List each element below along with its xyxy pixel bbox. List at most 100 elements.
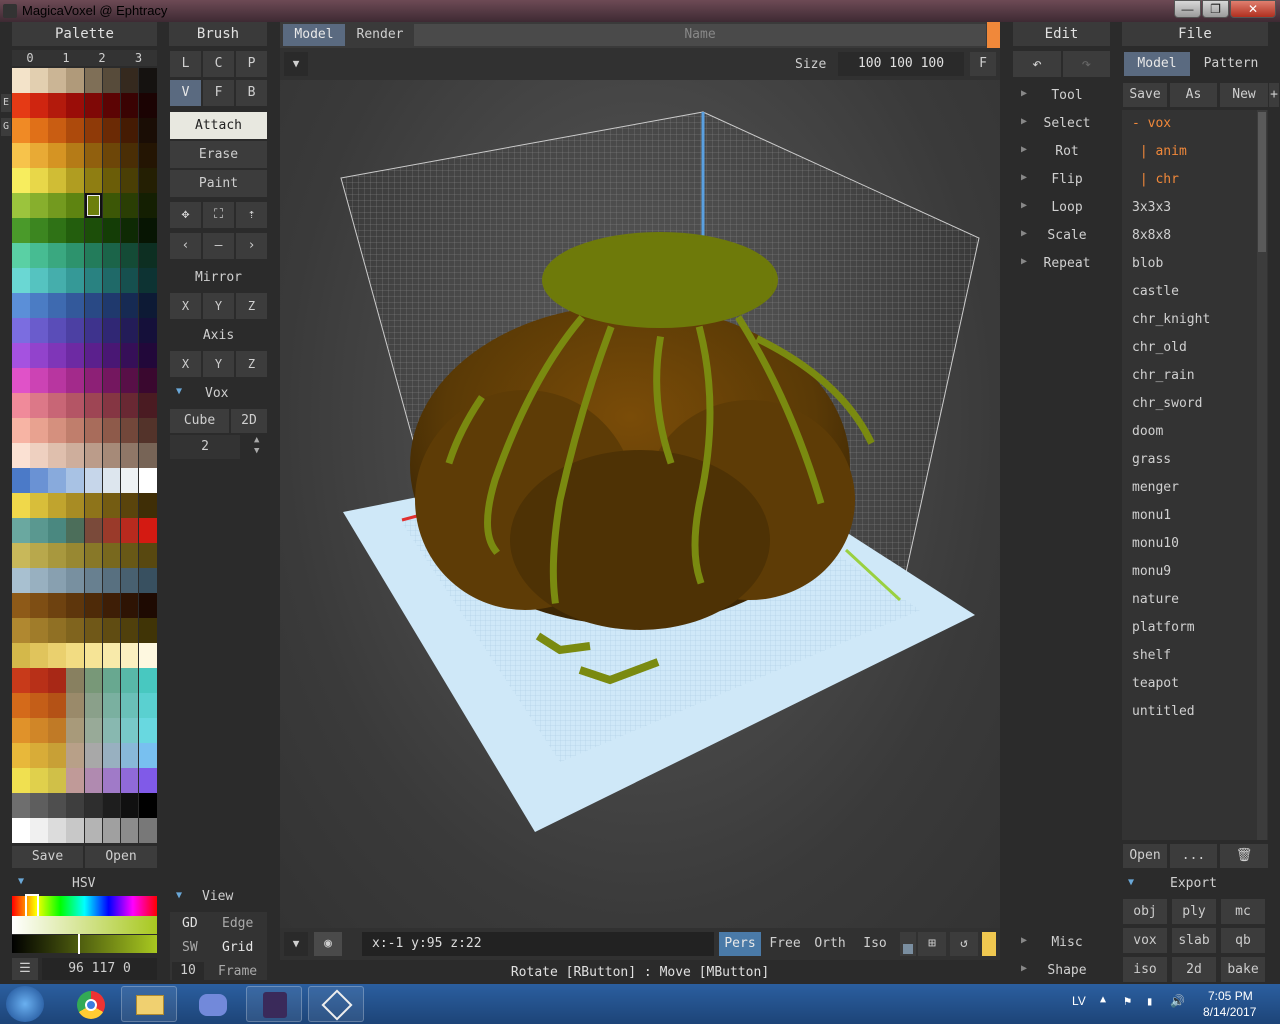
palette-color-cell[interactable] [102, 243, 121, 268]
palette-color-cell[interactable] [138, 318, 157, 343]
palette-color-cell[interactable] [138, 818, 157, 843]
palette-color-cell[interactable] [102, 668, 121, 693]
palette-color-cell[interactable] [138, 793, 157, 818]
palette-color-cell[interactable] [120, 693, 139, 718]
name-field[interactable]: Name [414, 24, 986, 46]
edit-item-shape[interactable]: ▶ Shape [1013, 959, 1121, 983]
axis-x-button[interactable]: X [170, 351, 201, 377]
palette-color-cell[interactable] [12, 518, 30, 543]
palette-color-cell[interactable] [12, 718, 30, 743]
file-list-item[interactable]: menger [1132, 480, 1179, 495]
palette-color-cell[interactable] [120, 768, 139, 793]
palette-color-cell[interactable] [84, 668, 103, 693]
palette-color-cell[interactable] [138, 293, 157, 318]
palette-color-cell[interactable] [30, 818, 48, 843]
palette-color-cell[interactable] [48, 793, 66, 818]
palette-color-cell[interactable] [66, 393, 84, 418]
brush-mode-f[interactable]: F [203, 80, 234, 106]
palette-color-cell[interactable] [120, 293, 139, 318]
palette-color-cell[interactable] [66, 743, 84, 768]
edit-item-rot[interactable]: ▶ Rot [1013, 140, 1121, 164]
minimize-button[interactable]: — [1174, 0, 1201, 18]
mirror-z-button[interactable]: Z [236, 293, 267, 319]
export-vox-button[interactable]: vox [1123, 928, 1167, 953]
axis-z-button[interactable]: Z [236, 351, 267, 377]
palette-color-cell[interactable] [84, 68, 103, 93]
palette-color-cell[interactable] [48, 668, 66, 693]
palette-color-cell[interactable] [120, 418, 139, 443]
palette-color-cell[interactable] [120, 618, 139, 643]
palette-color-cell[interactable] [66, 593, 84, 618]
view-mode-iso[interactable]: Iso [854, 932, 896, 956]
move-icon[interactable]: ✥ [170, 202, 201, 228]
file-list-item[interactable]: chr_rain [1132, 368, 1195, 383]
vox-count-field[interactable]: 2 [170, 435, 240, 459]
palette-color-cell[interactable] [84, 93, 103, 118]
file-list-item[interactable]: 3x3x3 [1132, 200, 1171, 215]
palette-color-cell[interactable] [138, 68, 157, 93]
layout-icon[interactable]: ⊞ [918, 932, 946, 956]
paint-button[interactable]: Paint [170, 170, 267, 197]
palette-color-cell[interactable] [48, 218, 66, 243]
palette-color-cell[interactable] [102, 343, 121, 368]
palette-color-cell[interactable] [84, 243, 103, 268]
palette-color-cell[interactable] [48, 118, 66, 143]
palette-color-cell[interactable] [138, 618, 157, 643]
view-toggle-a[interactable] [900, 932, 916, 956]
palette-color-cell[interactable] [48, 593, 66, 618]
palette-color-cell[interactable] [30, 293, 48, 318]
file-list-item[interactable]: chr_knight [1132, 312, 1210, 327]
palette-color-cell[interactable] [30, 143, 48, 168]
palette-color-cell[interactable] [138, 418, 157, 443]
palette-color-cell[interactable] [138, 243, 157, 268]
value-slider-handle[interactable] [78, 934, 80, 954]
palette-color-cell[interactable] [120, 793, 139, 818]
palette-color-cell[interactable] [66, 243, 84, 268]
palette-color-cell[interactable] [30, 693, 48, 718]
palette-color-cell[interactable] [102, 643, 121, 668]
palette-color-cell[interactable] [102, 518, 121, 543]
palette-color-cell[interactable] [102, 718, 121, 743]
file-list-item[interactable]: untitled [1132, 704, 1195, 719]
palette-color-cell[interactable] [138, 468, 157, 493]
palette-side-tab-e[interactable]: E [1, 94, 11, 112]
palette-color-cell[interactable] [102, 93, 121, 118]
palette-color-cell[interactable] [30, 93, 48, 118]
palette-color-cell[interactable] [48, 443, 66, 468]
saturation-slider[interactable] [12, 916, 157, 934]
dash-icon[interactable]: — [203, 233, 234, 259]
palette-color-cell[interactable] [12, 693, 30, 718]
palette-color-cell[interactable] [30, 643, 48, 668]
file-more-button[interactable]: ... [1170, 844, 1217, 868]
palette-color-cell[interactable] [138, 593, 157, 618]
palette-color-cell[interactable] [120, 93, 139, 118]
file-list-item[interactable]: shelf [1132, 648, 1171, 663]
export-ply-button[interactable]: ply [1172, 899, 1216, 924]
palette-color-cell[interactable] [84, 818, 103, 843]
palette-color-cell[interactable] [30, 793, 48, 818]
palette-color-cell[interactable] [12, 68, 30, 93]
palette-color-cell[interactable] [120, 668, 139, 693]
palette-color-cell[interactable] [138, 668, 157, 693]
extrude-up-icon[interactable]: ⇡ [236, 202, 267, 228]
palette-color-cell[interactable] [12, 493, 30, 518]
palette-color-cell[interactable] [66, 218, 84, 243]
file-list-item[interactable]: monu10 [1132, 536, 1179, 551]
palette-color-cell[interactable] [30, 768, 48, 793]
palette-color-cell[interactable] [48, 68, 66, 93]
fit-size-button[interactable]: F [970, 52, 996, 76]
palette-color-cell[interactable] [84, 443, 103, 468]
palette-color-cell[interactable] [30, 318, 48, 343]
palette-tab-0[interactable]: 0 [12, 50, 48, 66]
close-button[interactable]: ✕ [1230, 0, 1276, 18]
palette-color-cell[interactable] [66, 318, 84, 343]
clock-date[interactable]: 8/14/2017 [1203, 1005, 1256, 1019]
palette-color-cell[interactable] [12, 168, 30, 193]
palette-color-cell[interactable] [30, 543, 48, 568]
palette-color-cell[interactable] [138, 718, 157, 743]
palette-color-cell[interactable] [102, 68, 121, 93]
palette-color-cell[interactable] [120, 368, 139, 393]
palette-color-cell[interactable] [66, 193, 84, 218]
palette-color-cell[interactable] [66, 268, 84, 293]
palette-color-cell[interactable] [48, 693, 66, 718]
